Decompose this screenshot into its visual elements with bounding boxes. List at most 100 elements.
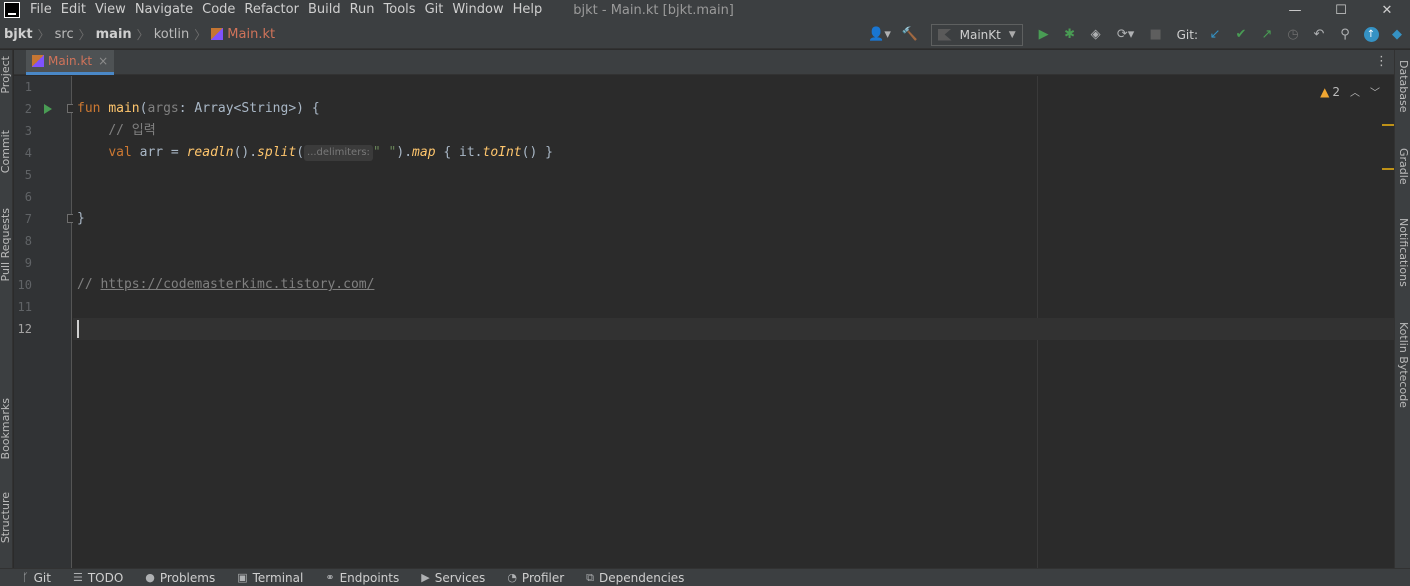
run-gutter-icon[interactable] — [44, 104, 52, 114]
token-punct: () } — [521, 145, 553, 160]
line-number: 6 — [24, 190, 32, 204]
comment-link[interactable]: https://codemasterkimc.tistory.com/ — [100, 277, 374, 292]
git-push-icon[interactable]: ↗ — [1256, 24, 1278, 46]
menu-window[interactable]: Window — [452, 0, 503, 20]
maximize-icon[interactable]: ☐ — [1318, 0, 1364, 20]
tool-terminal[interactable]: ▣ Terminal — [237, 571, 303, 585]
more-options-icon[interactable]: ⋮ — [1375, 54, 1388, 69]
token-punct: { it. — [435, 145, 483, 160]
breadcrumb-project[interactable]: bjkt — [4, 27, 33, 42]
list-icon: ☰ — [72, 571, 83, 584]
dependencies-icon: ⧉ — [586, 570, 595, 584]
line-number: 2 — [24, 102, 32, 116]
tab-main-kt[interactable]: Main.kt × — [26, 50, 115, 75]
warning-marker[interactable] — [1382, 168, 1394, 170]
git-update-icon[interactable]: ↙ — [1204, 24, 1226, 46]
breadcrumb-main[interactable]: main — [96, 27, 132, 42]
run-configuration-label: MainKt — [959, 27, 1001, 42]
token-string: " " — [372, 145, 397, 160]
token-function: readln — [186, 145, 234, 160]
token-brace: } — [77, 211, 85, 226]
token-function: main — [108, 101, 140, 116]
tool-todo[interactable]: ☰ TODO — [73, 571, 123, 585]
tool-profiler[interactable]: ◔ Profiler — [507, 571, 564, 585]
problems-icon: ● — [145, 571, 155, 584]
breadcrumb-kotlin[interactable]: kotlin — [154, 27, 190, 42]
warning-marker[interactable] — [1382, 124, 1394, 126]
run-configuration-select[interactable]: MainKt ▼ — [930, 23, 1023, 46]
git-commit-icon[interactable]: ✔ — [1230, 24, 1252, 46]
kotlin-file-icon — [211, 28, 224, 40]
token-keyword: fun — [77, 101, 101, 116]
code-line-7: } — [77, 208, 85, 230]
line-number: 5 — [24, 168, 32, 182]
history-icon[interactable]: ◷ — [1282, 24, 1304, 46]
services-icon: ▶ — [421, 571, 430, 584]
tool-services[interactable]: ▶ Services — [421, 571, 485, 585]
menu-run[interactable]: Run — [350, 0, 375, 20]
token-signature: : Array<String>) { — [178, 101, 320, 116]
stop-icon[interactable]: ■ — [1145, 24, 1167, 46]
left-tool-strip: Project Commit Pull Requests Bookmarks S… — [0, 50, 13, 568]
menu-edit[interactable]: Edit — [61, 0, 86, 20]
close-tab-icon[interactable]: × — [98, 54, 108, 68]
code-editor[interactable]: fun main(args: Array<String>) { // 입력 va… — [73, 76, 1394, 568]
tool-pull-requests[interactable]: Pull Requests — [0, 208, 12, 281]
right-tool-strip: Database Gradle Notifications Kotlin Byt… — [1394, 50, 1410, 568]
menu-tools[interactable]: Tools — [384, 0, 416, 20]
line-number: 11 — [17, 300, 32, 314]
intellij-logo-icon — [4, 2, 20, 18]
chevron-right-icon: 〉 — [78, 27, 91, 42]
chevron-down-icon[interactable]: ﹀ — [1370, 84, 1380, 99]
tool-notifications[interactable]: Notifications — [1397, 218, 1410, 287]
tool-commit[interactable]: Commit — [0, 130, 12, 173]
chevron-up-icon[interactable]: ︿ — [1350, 84, 1360, 99]
tool-gradle[interactable]: Gradle — [1397, 148, 1410, 185]
ide-update-icon[interactable]: ↑ — [1360, 24, 1382, 46]
chevron-down-icon: ▼ — [1008, 29, 1016, 40]
menu-code[interactable]: Code — [202, 0, 235, 20]
menu-help[interactable]: Help — [513, 0, 543, 20]
warning-icon: ▲ — [1320, 84, 1330, 99]
tool-database[interactable]: Database — [1397, 60, 1410, 113]
menu-git[interactable]: Git — [425, 0, 444, 20]
tool-terminal-label: Terminal — [252, 570, 304, 585]
menu-view[interactable]: View — [95, 0, 126, 20]
coverage-icon[interactable]: ◈ — [1085, 24, 1107, 46]
tool-bookmarks[interactable]: Bookmarks — [0, 398, 12, 459]
profile-icon[interactable]: ⟳▾ — [1111, 24, 1141, 46]
minimize-icon[interactable]: — — [1272, 0, 1318, 20]
parameter-hint: ...delimiters: — [304, 145, 373, 161]
token-variable: arr — [139, 145, 164, 160]
close-icon[interactable]: ✕ — [1364, 0, 1410, 20]
tool-kotlin-bytecode[interactable]: Kotlin Bytecode — [1397, 322, 1410, 408]
line-number: 1 — [24, 80, 32, 94]
breadcrumb-file[interactable]: Main.kt — [227, 27, 275, 42]
tool-endpoints-label: Endpoints — [339, 570, 400, 585]
tool-git[interactable]: ᚴ Git — [22, 571, 51, 585]
kotlin-file-icon — [32, 55, 44, 67]
tool-structure[interactable]: Structure — [0, 492, 12, 543]
run-icon[interactable]: ▶ — [1033, 24, 1055, 46]
menu-refactor[interactable]: Refactor — [244, 0, 299, 20]
window-controls: — ☐ ✕ — [1272, 0, 1410, 20]
breadcrumb-src[interactable]: src — [55, 27, 74, 42]
rollback-icon[interactable]: ↶ — [1308, 24, 1330, 46]
inspection-widget[interactable]: ▲ 2 ︿ ﹀ — [1320, 84, 1380, 100]
window-title: bjkt - Main.kt [bjkt.main] — [573, 2, 734, 18]
debug-icon[interactable]: ✱ — [1059, 24, 1081, 46]
menu-build[interactable]: Build — [308, 0, 341, 20]
tool-endpoints[interactable]: ⚭ Endpoints — [325, 571, 399, 585]
build-hammer-icon[interactable]: 🔨 — [899, 24, 921, 46]
tool-problems[interactable]: ● Problems — [145, 571, 215, 585]
chevron-right-icon: 〉 — [136, 27, 149, 42]
search-icon[interactable]: ⚲ — [1334, 24, 1356, 46]
menu-file[interactable]: File — [30, 0, 52, 20]
tool-project[interactable]: Project — [0, 56, 12, 94]
code-with-me-icon[interactable]: ◆ — [1386, 24, 1408, 46]
menu-navigate[interactable]: Navigate — [135, 0, 193, 20]
tool-dependencies[interactable]: ⧉ Dependencies — [586, 571, 684, 585]
token-comment: // — [77, 277, 101, 292]
kotlin-config-icon — [937, 28, 952, 41]
user-icon[interactable]: 👤▾ — [865, 24, 895, 46]
